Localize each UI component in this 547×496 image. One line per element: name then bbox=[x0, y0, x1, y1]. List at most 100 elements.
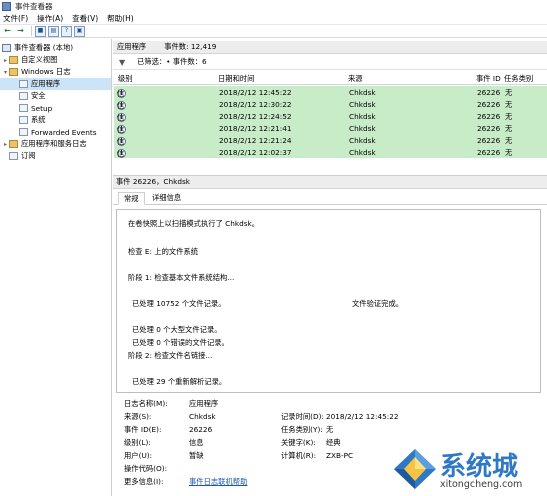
prop-value: 信息 bbox=[189, 438, 204, 447]
prop-value: 26226 bbox=[189, 425, 213, 434]
prop-key: 日志名称(M): bbox=[124, 399, 168, 408]
column-header-row: 级别 日期和时间 来源 事件 ID 任务类别 bbox=[113, 71, 547, 85]
datetime-cell: 2018/2/12 12:21:24 bbox=[219, 136, 292, 145]
event-viewer-icon bbox=[2, 1, 11, 11]
event-id-cell: 26226 bbox=[477, 112, 501, 121]
tree-log-application[interactable]: 应用程序 bbox=[0, 78, 111, 90]
prop-key: 关键字(K): bbox=[281, 438, 316, 447]
properties-icon[interactable]: ▤ bbox=[48, 25, 59, 37]
column-task-category[interactable]: 任务类别 bbox=[504, 74, 533, 84]
expand-icon[interactable]: ▸ bbox=[2, 57, 9, 64]
menu-bar: 文件(F) 操作(A) 查看(V) 帮助(H) bbox=[0, 12, 547, 24]
tree-subscriptions-label: 订阅 bbox=[21, 151, 36, 160]
window-title: 事件查看器 bbox=[15, 1, 53, 11]
tree-windows-logs-label: Windows 日志 bbox=[21, 67, 71, 76]
menu-action[interactable]: 操作(A) bbox=[37, 13, 63, 24]
description-line: 阶段 2: 检查文件名链接... bbox=[128, 351, 213, 360]
description-line: 在卷快照上以扫描模式执行了 Chkdsk。 bbox=[128, 219, 260, 228]
column-event-id[interactable]: 事件 ID bbox=[476, 74, 501, 84]
console-icon[interactable]: ▣ bbox=[74, 25, 85, 37]
category-cell: 无 bbox=[505, 112, 513, 121]
source-cell: Chkdsk bbox=[349, 88, 376, 97]
table-row[interactable]: i信息 2018/2/12 12:02:37 Chkdsk 26226 无 bbox=[114, 146, 547, 168]
description-line: 检查 E: 上的文件系统 bbox=[128, 247, 199, 256]
source-cell: Chkdsk bbox=[349, 100, 376, 109]
collapse-icon[interactable]: ▾ bbox=[2, 69, 9, 76]
tree-custom-views[interactable]: ▸ 自定义视图 bbox=[0, 54, 111, 66]
detail-tabs: 常规 详细信息 bbox=[113, 190, 547, 205]
description-line: 已处理 0 个大型文件记录。 bbox=[132, 325, 222, 334]
prop-key: 计算机(R): bbox=[281, 451, 317, 460]
tree-log-setup[interactable]: Setup bbox=[0, 102, 111, 114]
tree-windows-logs[interactable]: ▾ Windows 日志 bbox=[0, 66, 111, 78]
list-empty-area bbox=[113, 159, 547, 174]
event-id-cell: 26226 bbox=[477, 136, 501, 145]
prop-key: 事件 ID(E): bbox=[124, 425, 162, 434]
detail-header: 事件 26226，Chkdsk bbox=[113, 175, 547, 189]
table-row[interactable]: i信息 2018/2/12 12:24:52 Chkdsk 26226 无 bbox=[114, 110, 547, 132]
source-cell: Chkdsk bbox=[349, 136, 376, 145]
event-description: 在卷快照上以扫描模式执行了 Chkdsk。 检查 E: 上的文件系统 阶段 1:… bbox=[116, 209, 541, 393]
datetime-cell: 2018/2/12 12:45:22 bbox=[219, 88, 292, 97]
description-line: 已处理 10752 个文件记录。 bbox=[132, 299, 226, 308]
event-viewer-icon bbox=[2, 44, 11, 52]
folder-icon[interactable]: ■ bbox=[35, 25, 46, 37]
forward-arrow-icon[interactable]: → bbox=[15, 26, 26, 37]
tree-app-service-logs[interactable]: ▸ 应用程序和服务日志 bbox=[0, 138, 111, 150]
category-cell: 无 bbox=[505, 136, 513, 145]
event-id-cell: 26226 bbox=[477, 88, 501, 97]
tree-log-system[interactable]: 系统 bbox=[0, 114, 111, 126]
folder-icon bbox=[9, 140, 18, 148]
table-row[interactable]: i信息 2018/2/12 12:30:22 Chkdsk 26226 无 bbox=[114, 98, 547, 120]
log-icon bbox=[19, 92, 28, 100]
menu-file[interactable]: 文件(F) bbox=[3, 13, 28, 24]
folder-icon bbox=[9, 56, 18, 64]
prop-key: 操作代码(O): bbox=[124, 464, 168, 473]
prop-value: Chkdsk bbox=[189, 412, 216, 421]
back-arrow-icon[interactable]: ← bbox=[2, 26, 13, 37]
table-row[interactable]: i信息 2018/2/12 12:21:41 Chkdsk 26226 无 bbox=[114, 122, 547, 144]
prop-value: 经典 bbox=[326, 438, 341, 447]
tree-log-security[interactable]: 安全 bbox=[0, 90, 111, 102]
column-source[interactable]: 来源 bbox=[348, 74, 363, 84]
tree-root[interactable]: 事件查看器 (本地) bbox=[0, 42, 111, 54]
expand-icon[interactable]: ▸ bbox=[2, 141, 9, 148]
tree-log-label: 应用程序 bbox=[31, 79, 61, 88]
prop-value: 应用程序 bbox=[189, 399, 219, 408]
category-cell: 无 bbox=[505, 100, 513, 109]
tree-subscriptions[interactable]: 订阅 bbox=[0, 150, 111, 162]
prop-value: ZXB-PC bbox=[326, 451, 354, 460]
menu-view[interactable]: 查看(V) bbox=[72, 13, 98, 24]
log-icon bbox=[19, 128, 28, 136]
tree-log-label: Setup bbox=[31, 103, 53, 113]
prop-key: 更多信息(I): bbox=[124, 477, 164, 486]
menu-help[interactable]: 帮助(H) bbox=[107, 13, 134, 24]
prop-key: 级别(L): bbox=[124, 438, 151, 447]
source-cell: Chkdsk bbox=[349, 124, 376, 133]
prop-key: 记录时间(D): bbox=[281, 412, 324, 421]
online-help-link[interactable]: 事件日志联机帮助 bbox=[189, 477, 247, 487]
help-icon[interactable]: ? bbox=[61, 25, 72, 37]
tree-log-label: Forwarded Events bbox=[31, 127, 97, 137]
filter-icon: ▼ bbox=[119, 57, 126, 67]
tree-log-forwarded[interactable]: Forwarded Events bbox=[0, 126, 111, 138]
category-cell: 无 bbox=[505, 88, 513, 97]
table-row[interactable]: i信息 2018/2/12 12:21:24 Chkdsk 26226 无 bbox=[114, 134, 547, 156]
tab-details[interactable]: 详细信息 bbox=[147, 192, 186, 205]
filter-bar: ▼ 已筛选：• 事件数：6 bbox=[113, 55, 547, 70]
folder-icon bbox=[9, 68, 18, 76]
event-id-cell: 26226 bbox=[477, 100, 501, 109]
log-icon bbox=[19, 80, 28, 88]
table-row[interactable]: i信息 2018/2/12 12:45:22 Chkdsk 26226 无 bbox=[114, 86, 547, 108]
site-watermark: 系统城 xitongcheng.com bbox=[392, 444, 547, 496]
filter-text: 已筛选：• 事件数：6 bbox=[137, 57, 207, 66]
tree-root-label: 事件查看器 (本地) bbox=[14, 43, 74, 52]
column-datetime[interactable]: 日期和时间 bbox=[218, 74, 254, 84]
category-cell: 无 bbox=[505, 124, 513, 133]
tab-general[interactable]: 常规 bbox=[118, 192, 145, 205]
column-level[interactable]: 级别 bbox=[118, 74, 133, 84]
event-id-cell: 26226 bbox=[477, 148, 501, 157]
description-line: 已处理 29 个重新解析记录。 bbox=[132, 377, 227, 386]
tree-custom-views-label: 自定义视图 bbox=[21, 55, 58, 64]
datetime-cell: 2018/2/12 12:21:41 bbox=[219, 124, 292, 133]
